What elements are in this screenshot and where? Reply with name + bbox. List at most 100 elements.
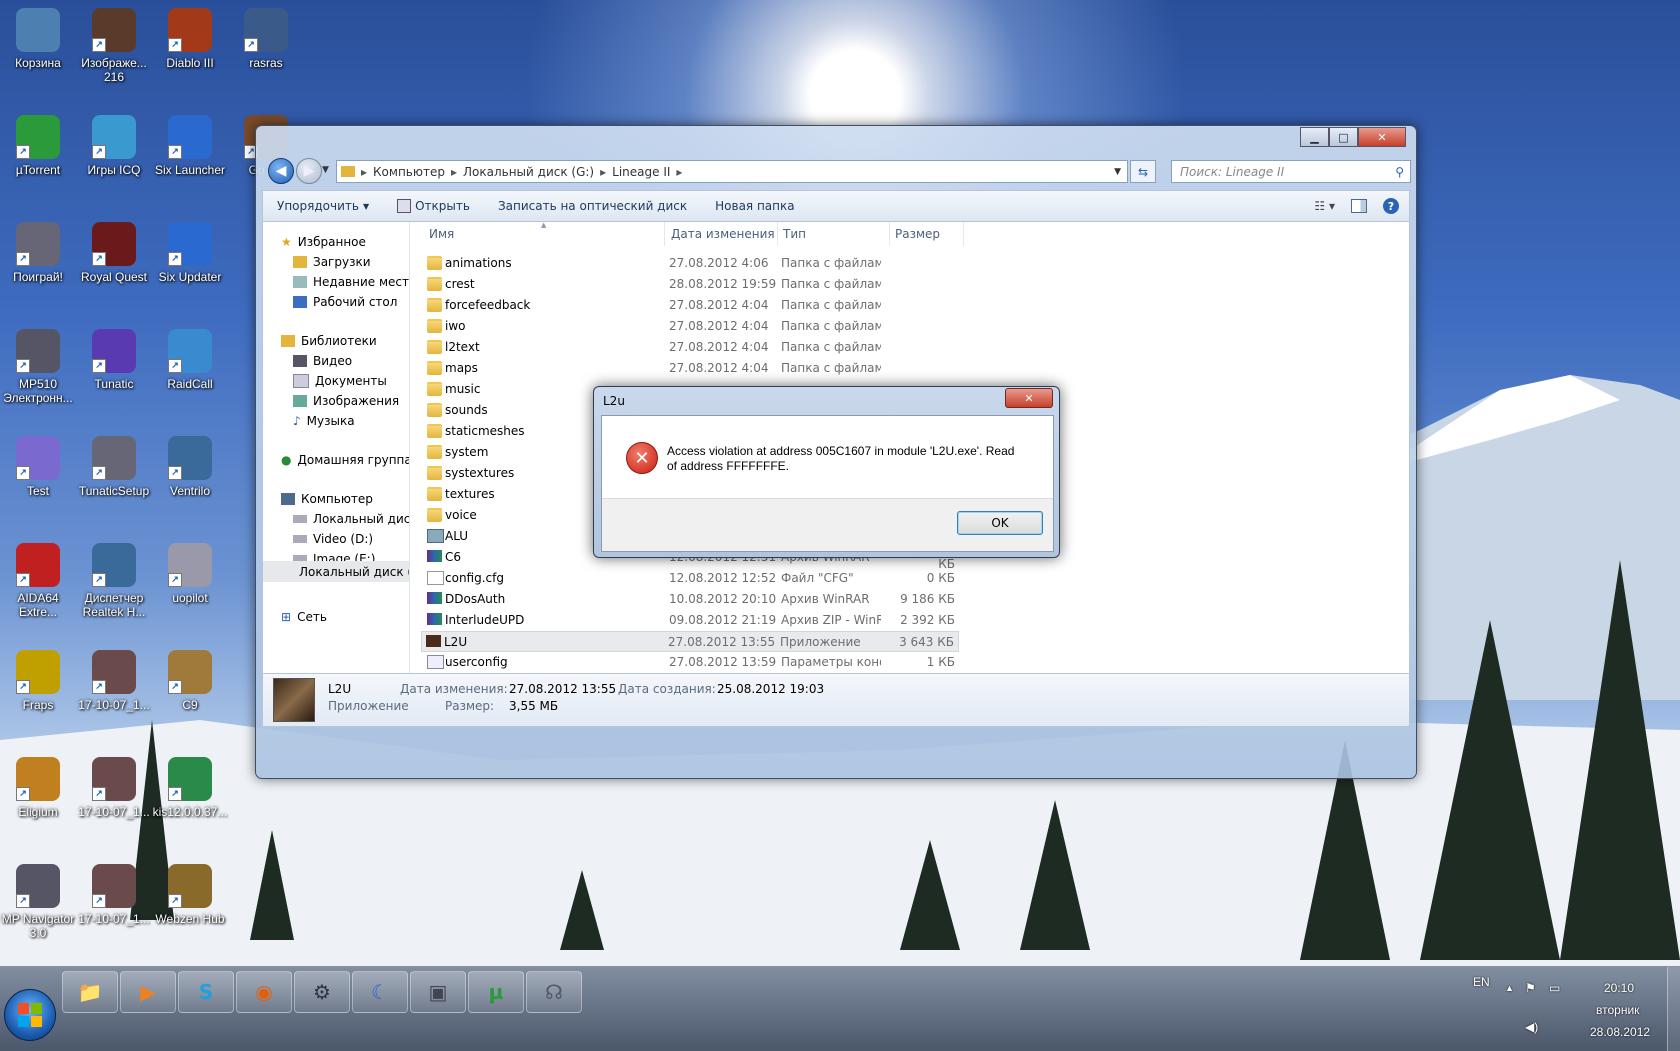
desktop-icon-item[interactable]: ↗ MP510 Электронн... bbox=[0, 329, 76, 405]
language-indicator[interactable]: EN bbox=[1473, 975, 1490, 989]
clock-date[interactable]: 28.08.2012 bbox=[1590, 1025, 1650, 1039]
dialog-close-button[interactable]: ✕ bbox=[1005, 388, 1053, 408]
nav-drive-g[interactable]: Локальный диск (G bbox=[263, 561, 409, 582]
clock-day[interactable]: вторник bbox=[1596, 1003, 1639, 1017]
column-date[interactable]: Дата изменения bbox=[671, 227, 775, 241]
taskbar-button[interactable]: µ bbox=[468, 971, 524, 1013]
show-desktop-button[interactable] bbox=[1667, 967, 1680, 1051]
help-icon[interactable]: ? bbox=[1383, 198, 1399, 214]
desktop-icon-item[interactable]: ↗ Diablo III bbox=[152, 8, 228, 70]
column-divider[interactable] bbox=[963, 222, 964, 246]
tray-network-icon[interactable]: ▭ bbox=[1549, 981, 1560, 995]
desktop-icon-item[interactable]: ↗ Test bbox=[0, 436, 76, 498]
desktop-icon-item[interactable]: ↗ Tunatic bbox=[76, 329, 152, 391]
desktop-icon-item[interactable]: ↗ µTorrent bbox=[0, 115, 76, 177]
file-row[interactable]: forcefeedback 27.08.2012 4:04 Папка с файл… bbox=[423, 295, 959, 314]
start-button[interactable] bbox=[4, 989, 56, 1041]
nav-images[interactable]: Изображения bbox=[293, 394, 399, 408]
desktop-icon-item[interactable]: ↗ Fraps bbox=[0, 650, 76, 712]
desktop-icon-item[interactable]: ↗ rasras bbox=[228, 8, 304, 70]
taskbar-button[interactable]: 📁 bbox=[62, 971, 118, 1013]
desktop-icon-item[interactable]: ↗ Ventrilo bbox=[152, 436, 228, 498]
column-divider[interactable] bbox=[777, 222, 778, 246]
desktop-icon-item[interactable]: ↗ MP Navigator 3.0 bbox=[0, 864, 76, 940]
nav-network[interactable]: ⊞ Сеть bbox=[281, 610, 327, 624]
nav-favorites[interactable]: ★ Избранное bbox=[281, 235, 366, 249]
column-divider[interactable] bbox=[664, 222, 665, 246]
taskbar-button[interactable]: ◉ bbox=[236, 971, 292, 1013]
desktop-icon-item[interactable]: ↗ Webzen Hub bbox=[152, 864, 228, 926]
nav-drive-d[interactable]: Video (D:) bbox=[293, 532, 373, 546]
file-row[interactable]: crest 28.08.2012 19:59 Папка с файлами bbox=[423, 274, 959, 293]
maximize-button[interactable]: □ bbox=[1329, 127, 1358, 147]
clock-time[interactable]: 20:10 bbox=[1604, 981, 1634, 995]
file-row[interactable]: iwo 27.08.2012 4:04 Папка с файлами bbox=[423, 316, 959, 335]
desktop-icon-item[interactable]: ↗ Six Launcher bbox=[152, 115, 228, 177]
minimize-button[interactable]: ▁ bbox=[1300, 127, 1329, 147]
open-button[interactable]: Открыть bbox=[383, 199, 484, 213]
nav-documents[interactable]: Документы bbox=[293, 374, 387, 388]
breadcrumb-drive-g[interactable]: Локальный диск (G:) bbox=[463, 165, 594, 179]
taskbar-button[interactable]: ▶ bbox=[120, 971, 176, 1013]
desktop-icon-item[interactable]: Корзина bbox=[0, 8, 76, 70]
nav-downloads[interactable]: Загрузки bbox=[293, 255, 371, 269]
desktop-icon-item[interactable]: ↗ 17-10-07_1... bbox=[76, 864, 152, 926]
file-row[interactable]: config.cfg 12.08.2012 12:52 Файл "CFG" 0 КБ bbox=[423, 568, 959, 587]
nav-drive-c[interactable]: Локальный диск (C bbox=[293, 512, 409, 526]
taskbar-button[interactable]: ▣ bbox=[410, 971, 466, 1013]
desktop-icon-item[interactable]: ↗ Six Updater bbox=[152, 222, 228, 284]
new-folder-button[interactable]: Новая папка bbox=[701, 199, 808, 213]
file-row[interactable]: DDosAuth 10.08.2012 20:10 Архив WinRAR 9 18… bbox=[423, 589, 959, 608]
desktop-icon-item[interactable]: ↗ Изображе... 216 bbox=[76, 8, 152, 84]
desktop-icon-item[interactable]: ↗ uopilot bbox=[152, 543, 228, 605]
breadcrumb-lineage[interactable]: Lineage II bbox=[612, 165, 670, 179]
desktop-icon-item[interactable]: ↗ 17-10-07_1... bbox=[76, 757, 152, 819]
taskbar-button[interactable]: ☊ bbox=[526, 971, 582, 1013]
file-row[interactable]: l2text 27.08.2012 4:04 Папка с файлами bbox=[423, 337, 959, 356]
breadcrumb-computer[interactable]: Компьютер bbox=[373, 165, 445, 179]
ok-button[interactable]: OK bbox=[957, 511, 1043, 535]
desktop-icon-item[interactable]: ↗ 17-10-07_1... bbox=[76, 650, 152, 712]
column-size[interactable]: Размер bbox=[895, 227, 940, 241]
desktop-icon-item[interactable]: ↗ Диспетчер Realtek H... bbox=[76, 543, 152, 619]
back-button[interactable]: ◀ bbox=[268, 158, 294, 184]
desktop-icon-item[interactable]: ↗ AIDA64 Extre... bbox=[0, 543, 76, 619]
file-row[interactable]: userconfig 27.08.2012 13:59 Параметры конф… bbox=[423, 652, 959, 671]
desktop-icon-item[interactable]: ↗ C9 bbox=[152, 650, 228, 712]
address-dropdown-icon[interactable]: ▼ bbox=[1114, 167, 1121, 177]
organize-button[interactable]: Упорядочить ▼ bbox=[263, 199, 383, 213]
nav-libraries[interactable]: Библиотеки bbox=[281, 334, 377, 348]
nav-homegroup[interactable]: ● Домашняя группа bbox=[281, 453, 409, 467]
column-divider[interactable] bbox=[889, 222, 890, 246]
nav-video[interactable]: Видео bbox=[293, 354, 352, 368]
desktop-icon-item[interactable]: ↗ Поиграй! bbox=[0, 222, 76, 284]
desktop-icon-item[interactable]: ↗ Eligium bbox=[0, 757, 76, 819]
preview-pane-icon[interactable] bbox=[1351, 199, 1367, 213]
file-row[interactable]: InterludeUPD 09.08.2012 21:19 Архив ZIP - … bbox=[423, 610, 959, 629]
file-row[interactable]: maps 27.08.2012 4:04 Папка с файлами bbox=[423, 358, 959, 377]
address-bar[interactable]: ▸ Компьютер ▸ Локальный диск (G:) ▸ Line… bbox=[336, 160, 1128, 183]
desktop-icon-item[interactable]: ↗ Royal Quest bbox=[76, 222, 152, 284]
nav-music[interactable]: ♪ Музыка bbox=[293, 414, 355, 428]
tray-expand-icon[interactable]: ▲ bbox=[1505, 983, 1514, 993]
close-button[interactable]: ✕ bbox=[1358, 127, 1406, 147]
burn-button[interactable]: Записать на оптический диск bbox=[484, 199, 701, 213]
view-options-icon[interactable]: ☷ ▾ bbox=[1314, 199, 1335, 213]
tray-volume-icon[interactable]: ◀) bbox=[1525, 1020, 1538, 1034]
desktop-icon-item[interactable]: ↗ TunaticSetup bbox=[76, 436, 152, 498]
nav-computer[interactable]: Компьютер bbox=[281, 492, 373, 506]
history-dropdown-icon[interactable]: ▼ bbox=[322, 165, 329, 175]
desktop-icon-item[interactable]: ↗ kis12.0.0.37... bbox=[152, 757, 228, 819]
file-row[interactable]: animations 27.08.2012 4:06 Папка с файлами bbox=[423, 253, 959, 272]
desktop-icon-item[interactable]: ↗ RaidCall bbox=[152, 329, 228, 391]
refresh-button[interactable]: ⇆ bbox=[1130, 160, 1156, 183]
nav-recent[interactable]: Недавние места bbox=[293, 275, 409, 289]
nav-desktop[interactable]: Рабочий стол bbox=[293, 295, 397, 309]
desktop-icon-item[interactable]: ↗ Игры ICQ bbox=[76, 115, 152, 177]
taskbar-button[interactable]: ⚙ bbox=[294, 971, 350, 1013]
column-name[interactable]: Имя bbox=[429, 227, 454, 241]
search-input[interactable]: Поиск: Lineage II ⚲ bbox=[1171, 160, 1411, 183]
column-type[interactable]: Тип bbox=[783, 227, 806, 241]
forward-button[interactable]: ▶ bbox=[296, 158, 322, 184]
file-row[interactable]: L2U 27.08.2012 13:55 Приложение 3 643 КБ bbox=[421, 631, 959, 652]
